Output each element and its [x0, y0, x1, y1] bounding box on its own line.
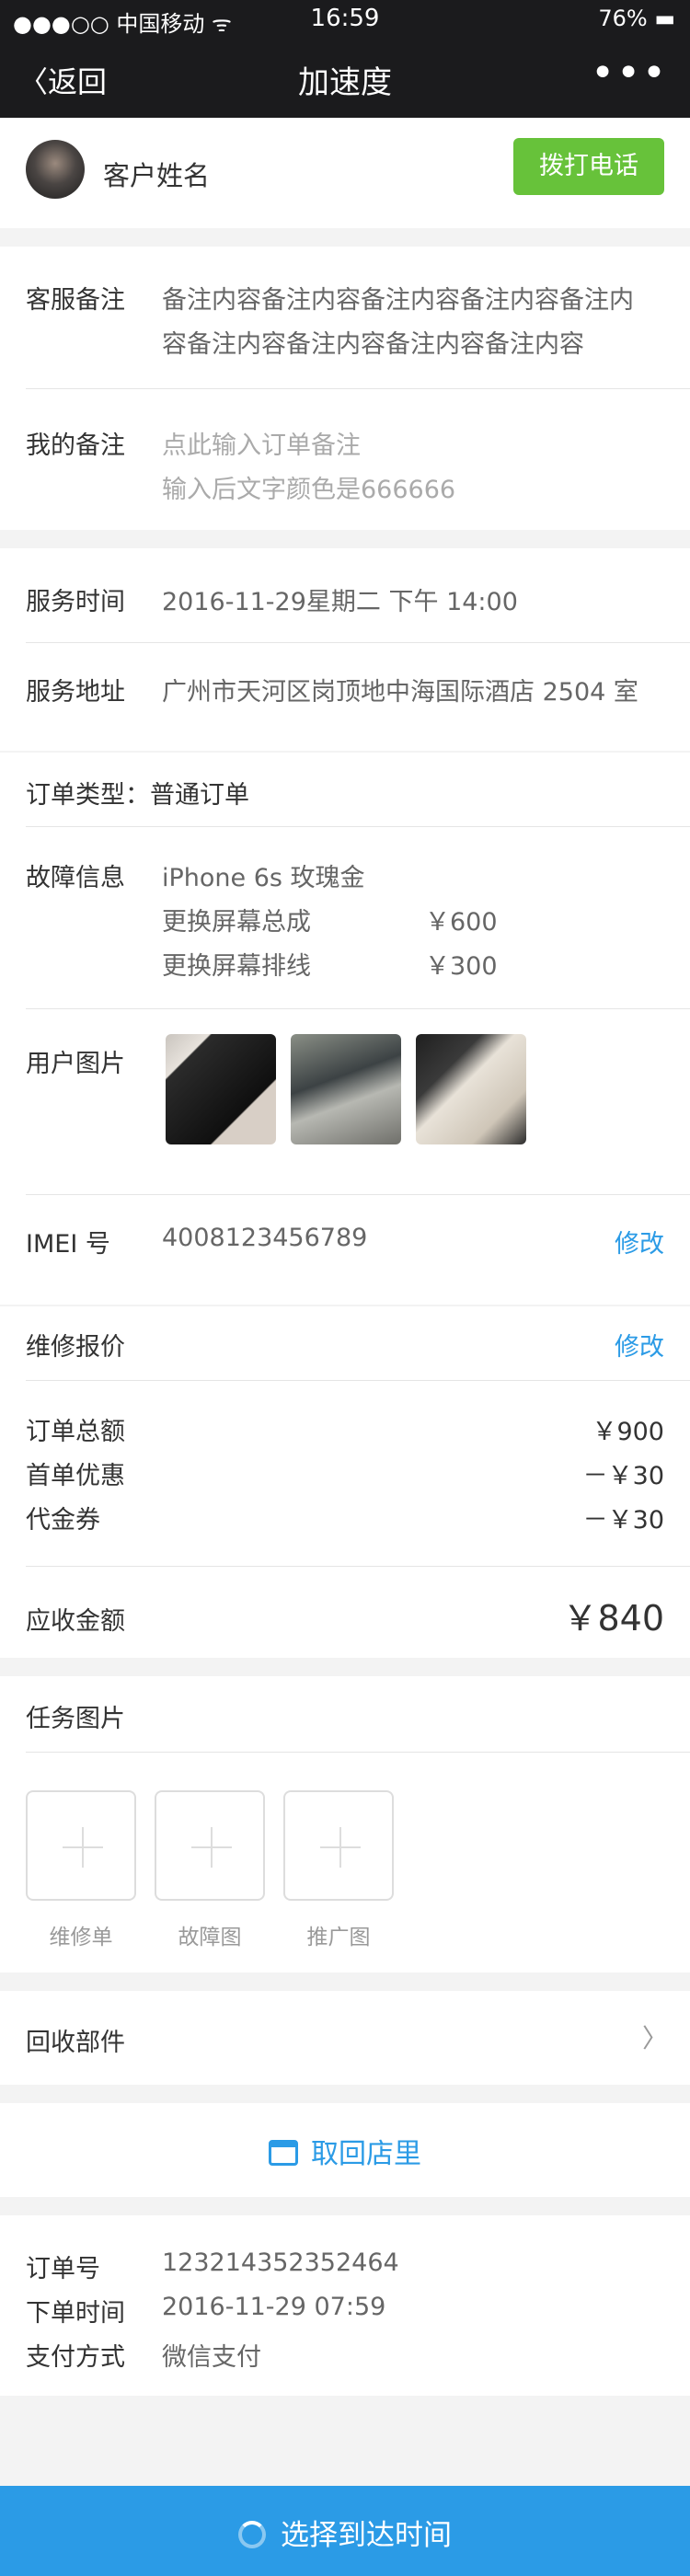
chevron-right-icon: 〉: [641, 2023, 668, 2053]
divider: [26, 1380, 690, 1381]
device-name: iPhone 6s 玫瑰金: [162, 864, 365, 892]
fetch-to-store-button[interactable]: 取回店里: [0, 2103, 690, 2197]
recycle-parts-label: 回收部件: [26, 2029, 125, 2057]
user-photos-label: 用户图片: [26, 1050, 125, 1078]
avatar: [26, 140, 85, 199]
fault-item-name: 更换屏幕排线: [162, 952, 311, 981]
divider: [26, 1566, 690, 1567]
divider: [26, 1752, 690, 1753]
task-photo-slot[interactable]: 故障图: [155, 1790, 265, 1956]
task-photo-label: 维修单: [49, 1926, 113, 1949]
quote-section: 维修报价 修改 订单总额 ￥900 首单优惠 －￥30 代金券 －￥30 应收金…: [0, 1306, 690, 1658]
notes-section: 客服备注 备注内容备注内容备注内容备注内容备注内 容备注内容备注内容备注内容备注…: [0, 247, 690, 530]
order-section: 订单类型：普通订单 故障信息 iPhone 6s 玫瑰金 更换屏幕总成 ￥600…: [0, 753, 690, 1305]
imei-value: 4008123456789: [162, 1224, 368, 1252]
service-time-label: 服务时间: [26, 588, 125, 616]
divider: [26, 642, 690, 643]
quote-row-label: 首单优惠: [26, 1462, 125, 1490]
imei-edit-link[interactable]: 修改: [615, 1224, 664, 1259]
user-photo[interactable]: [291, 1034, 401, 1144]
service-section: 服务时间 2016-11-29星期二 下午 14:00 服务地址 广州市天河区岗…: [0, 548, 690, 751]
divider: [26, 388, 690, 389]
order-no-value: 123214352352464: [162, 2248, 399, 2277]
plus-icon: [191, 1846, 232, 1848]
quote-row-value: －￥30: [582, 1506, 664, 1535]
my-note-label: 我的备注: [26, 431, 125, 460]
page-title: 加速度: [298, 64, 392, 101]
my-note-hint: 输入后文字颜色是666666: [162, 476, 456, 504]
task-photo-label: 故障图: [178, 1926, 242, 1949]
divider: [26, 1194, 690, 1195]
quote-row-value: ￥900: [592, 1418, 664, 1446]
task-photo-slot[interactable]: 维修单: [26, 1790, 136, 1956]
add-photo-button[interactable]: [155, 1790, 265, 1901]
payment-method-value: 微信支付: [162, 2343, 261, 2372]
user-photo[interactable]: [166, 1034, 276, 1144]
more-icon[interactable]: •••: [591, 50, 668, 97]
status-bar: ●●●○○ 中国移动 ᯤ 16:59 76% ▬: [0, 0, 690, 37]
order-no-label: 订单号: [26, 2255, 100, 2283]
order-time-value: 2016-11-29 07:59: [162, 2293, 386, 2321]
task-photo-slot[interactable]: 推广图: [283, 1790, 394, 1956]
plus-icon: [320, 1846, 361, 1848]
recycle-parts-row[interactable]: 回收部件 〉: [0, 1991, 690, 2085]
amount-due-label: 应收金额: [26, 1607, 125, 1636]
fault-item-price: ￥600: [425, 908, 498, 937]
customer-name: 客户姓名: [103, 160, 211, 191]
order-type: 订单类型：普通订单: [26, 781, 249, 810]
quote-row-label: 代金券: [26, 1506, 100, 1535]
divider: [26, 826, 690, 827]
service-address-value: 广州市天河区岗顶地中海国际酒店 2504 室: [162, 678, 638, 707]
task-photos-section: 任务图片 维修单 故障图 推广图: [0, 1676, 690, 1972]
quote-row-value: －￥30: [582, 1462, 664, 1490]
payment-method-label: 支付方式: [26, 2343, 125, 2372]
status-time: 16:59: [310, 5, 380, 32]
quote-edit-link[interactable]: 修改: [615, 1327, 664, 1363]
my-note-input[interactable]: 点此输入订单备注: [162, 425, 361, 461]
quote-title: 维修报价: [26, 1333, 125, 1362]
task-photo-label: 推广图: [306, 1926, 371, 1949]
fetch-label: 取回店里: [311, 2138, 421, 2170]
fault-item-name: 更换屏幕总成: [162, 908, 311, 937]
user-photos-row: 用户图片: [0, 1008, 690, 1192]
service-address-label: 服务地址: [26, 678, 125, 707]
battery-status: 76% ▬: [598, 6, 675, 31]
fault-item-price: ￥300: [425, 952, 498, 981]
service-note-line1: 备注内容备注内容备注内容备注内容备注内: [162, 286, 634, 315]
service-note-line2: 容备注内容备注内容备注内容备注内容: [162, 330, 584, 359]
loading-spinner-icon: [238, 2521, 266, 2548]
amount-due-value: ￥840: [562, 1598, 664, 1639]
customer-section: 客户姓名 拨打电话: [0, 118, 690, 228]
plus-icon: [63, 1846, 103, 1848]
select-arrival-time-label: 选择到达时间: [281, 2519, 452, 2552]
service-time-value: 2016-11-29星期二 下午 14:00: [162, 588, 518, 616]
order-time-label: 下单时间: [26, 2299, 125, 2328]
select-arrival-time-button[interactable]: 选择到达时间: [0, 2486, 690, 2576]
order-info-section: 订单号 123214352352464 下单时间 2016-11-29 07:5…: [0, 2215, 690, 2396]
quote-row-label: 订单总额: [26, 1418, 125, 1446]
user-photo[interactable]: [416, 1034, 526, 1144]
add-photo-button[interactable]: [26, 1790, 136, 1901]
store-icon: [269, 2140, 298, 2166]
service-note-label: 客服备注: [26, 286, 125, 315]
imei-label: IMEI 号: [26, 1230, 110, 1259]
call-button[interactable]: 拨打电话: [513, 138, 664, 195]
nav-bar: 〈返回 加速度 •••: [0, 37, 690, 118]
task-photos-title: 任务图片: [26, 1705, 125, 1733]
add-photo-button[interactable]: [283, 1790, 394, 1901]
fault-info-label: 故障信息: [26, 864, 125, 892]
